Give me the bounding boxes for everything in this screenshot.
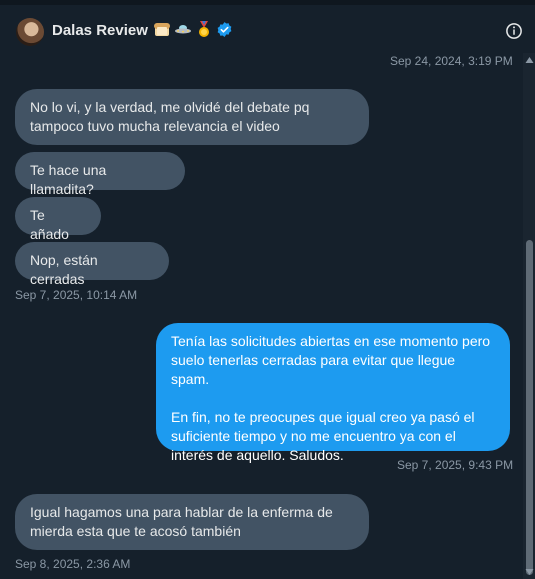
timestamp: Sep 24, 2024, 3:19 PM bbox=[390, 54, 513, 68]
message-incoming[interactable]: Nop, están cerradas bbox=[15, 242, 169, 287]
message-incoming[interactable]: Igual hagamos una para hablar de la enfe… bbox=[15, 494, 369, 550]
message-incoming[interactable]: Te añado bbox=[15, 197, 101, 242]
message-paragraph: En fin, no te preocupes que igual creo y… bbox=[171, 409, 475, 463]
scrollbar-thumb[interactable] bbox=[526, 240, 533, 575]
verified-badge-icon bbox=[217, 22, 232, 37]
message-outgoing[interactable]: Tenía las solicitudes abiertas en ese mo… bbox=[156, 323, 510, 463]
conversation-header: Dalas Review bbox=[0, 5, 535, 53]
ufo-emoji-icon bbox=[175, 25, 191, 34]
avatar[interactable] bbox=[16, 18, 44, 46]
message-paragraph: Tenía las solicitudes abiertas en ese mo… bbox=[171, 333, 491, 387]
timestamp: Sep 7, 2025, 9:43 PM bbox=[397, 458, 514, 472]
scroll-up-arrow-icon[interactable] bbox=[525, 56, 534, 64]
info-icon[interactable] bbox=[505, 22, 523, 40]
timestamp: Sep 8, 2025, 2:36 AM bbox=[15, 557, 131, 571]
contact-name[interactable]: Dalas Review bbox=[52, 22, 148, 39]
bread-emoji-icon bbox=[154, 23, 170, 36]
dm-conversation: Dalas Review Sep 24, 2024, 3:19 PM No lo… bbox=[0, 0, 535, 579]
message-incoming[interactable]: Te hace una llamadita? bbox=[15, 152, 185, 197]
scroll-down-arrow-icon[interactable] bbox=[525, 568, 534, 576]
medal-emoji-icon bbox=[199, 21, 209, 37]
message-incoming[interactable]: No lo vi, y la verdad, me olvidé del deb… bbox=[15, 89, 369, 145]
timestamp: Sep 7, 2025, 10:14 AM bbox=[15, 288, 138, 302]
